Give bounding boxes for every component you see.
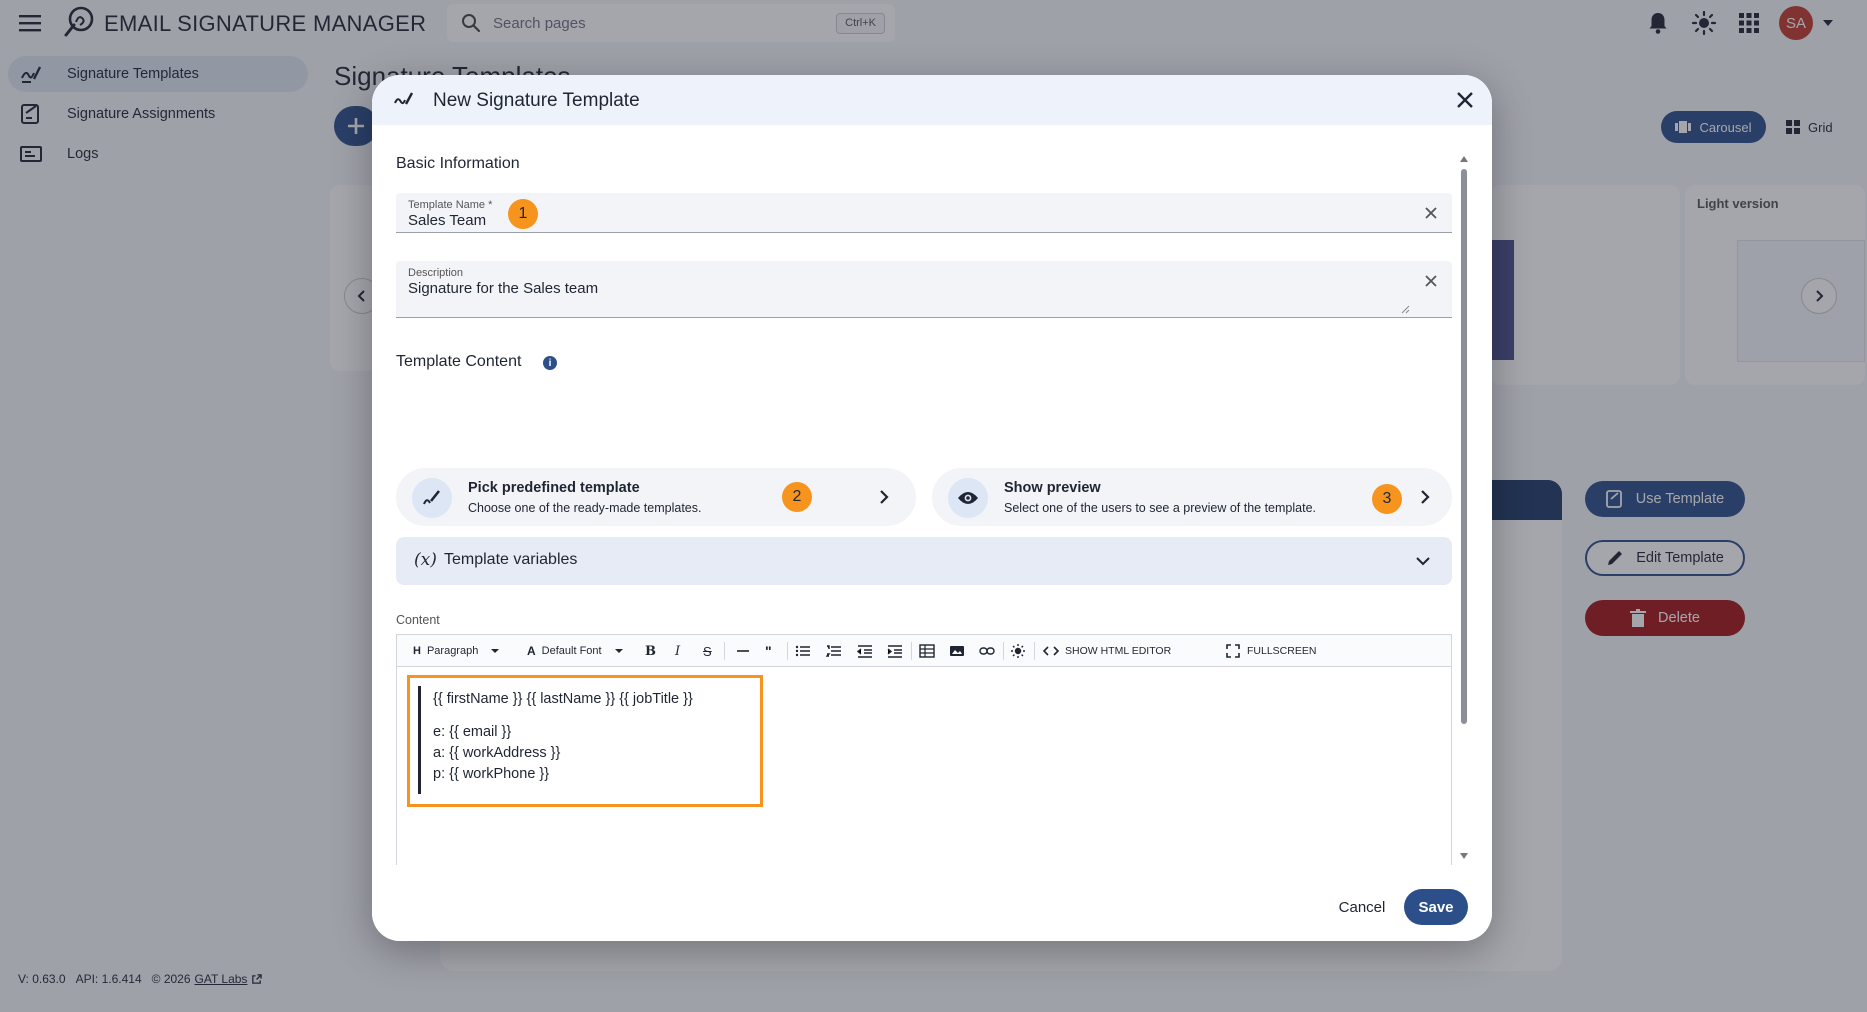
description-label: Description — [408, 267, 464, 279]
pick-predefined-template-card[interactable]: Pick predefined template Choose one of t… — [396, 468, 916, 526]
code-icon — [1043, 646, 1059, 656]
info-icon[interactable]: i — [543, 356, 557, 370]
eye-icon — [948, 478, 988, 518]
template-name-field[interactable]: Template Name * Sales Team — [396, 193, 1452, 233]
basic-info-title: Basic Information — [396, 155, 520, 172]
chevron-down-icon — [1416, 557, 1430, 566]
step-badge-2: 2 — [782, 482, 812, 512]
step-badge-3: 3 — [1372, 484, 1402, 514]
step-badge-1: 1 — [508, 199, 538, 229]
dialog-scrollbar[interactable] — [1457, 155, 1471, 860]
paragraph-select[interactable]: H Paragraph — [413, 635, 500, 667]
fullscreen-icon — [1226, 644, 1240, 658]
description-field[interactable]: Description Signature for the Sales team — [396, 261, 1452, 318]
show-html-editor-label: SHOW HTML EDITOR — [1065, 645, 1172, 657]
cancel-button[interactable]: Cancel — [1327, 890, 1397, 924]
horizontal-rule-icon[interactable] — [735, 635, 751, 667]
resize-handle-icon[interactable] — [1400, 304, 1410, 314]
pick-card-title: Pick predefined template — [468, 480, 640, 496]
link-icon[interactable] — [979, 635, 995, 667]
font-select[interactable]: A Default Font — [527, 635, 624, 667]
theme-toggle-icon[interactable] — [1010, 635, 1026, 667]
blockquote-bar — [418, 686, 421, 794]
dialog-header: New Signature Template — [372, 75, 1492, 125]
content-label: Content — [396, 613, 440, 627]
clear-icon[interactable] — [1424, 274, 1438, 288]
italic-icon[interactable]: I — [675, 635, 680, 667]
numbered-list-icon[interactable] — [826, 635, 842, 667]
chevron-right-icon — [1421, 490, 1430, 504]
brush-icon — [412, 478, 452, 518]
font-label: Default Font — [541, 645, 602, 657]
content-line: p: {{ workPhone }} — [433, 766, 550, 782]
template-variables-label: Template variables — [444, 551, 578, 568]
scrollbar-thumb[interactable] — [1461, 169, 1467, 724]
caret-down-icon — [614, 649, 623, 653]
template-variables-panel[interactable]: (x) Template variables — [396, 537, 1452, 585]
table-icon[interactable] — [919, 635, 935, 667]
font-icon: A — [527, 644, 536, 658]
template-content-title: Template Content — [396, 353, 522, 370]
toolbar-divider — [1003, 642, 1004, 660]
clear-icon[interactable] — [1424, 206, 1438, 220]
fullscreen-label: FULLSCREEN — [1247, 645, 1317, 657]
quote-icon[interactable]: " — [765, 635, 772, 667]
close-icon[interactable] — [1454, 89, 1476, 111]
bold-icon[interactable]: B — [645, 635, 656, 667]
fullscreen-button[interactable]: FULLSCREEN — [1225, 635, 1316, 667]
editor-toolbar: H Paragraph A Default Font B I S " SHOW … — [397, 635, 1451, 667]
content-line: a: {{ workAddress }} — [433, 745, 561, 761]
variable-icon: (x) — [414, 550, 437, 570]
toolbar-divider — [1034, 642, 1035, 660]
template-name-label: Template Name * — [408, 199, 493, 211]
heading-icon: H — [413, 645, 421, 657]
caret-down-icon — [491, 649, 500, 653]
indent-icon[interactable] — [887, 635, 903, 667]
preview-card-title: Show preview — [1004, 480, 1101, 496]
preview-card-subtitle: Select one of the users to see a preview… — [1004, 501, 1316, 515]
new-template-dialog: New Signature Template Basic Information… — [372, 75, 1492, 941]
signature-icon — [394, 92, 414, 105]
description-value: Signature for the Sales team — [408, 280, 599, 297]
bullet-list-icon[interactable] — [795, 635, 811, 667]
show-html-editor-button[interactable]: SHOW HTML EDITOR — [1043, 635, 1171, 667]
outdent-icon[interactable] — [857, 635, 873, 667]
dialog-footer: Cancel Save — [372, 865, 1492, 941]
paragraph-label: Paragraph — [426, 645, 479, 657]
content-line: e: {{ email }} — [433, 724, 512, 740]
template-name-value: Sales Team — [408, 212, 487, 229]
scroll-up-icon[interactable] — [1459, 155, 1469, 163]
toolbar-divider — [787, 642, 788, 660]
dialog-body: Basic Information Template Name * Sales … — [372, 125, 1472, 920]
toolbar-divider — [724, 642, 725, 660]
strikethrough-icon[interactable]: S — [703, 635, 712, 667]
pick-card-subtitle: Choose one of the ready-made templates. — [468, 501, 702, 515]
toolbar-divider — [911, 642, 912, 660]
image-icon[interactable] — [949, 635, 965, 667]
chevron-right-icon — [880, 490, 889, 504]
content-line: {{ firstName }} {{ lastName }} {{ jobTit… — [433, 691, 693, 707]
scroll-down-icon[interactable] — [1459, 852, 1469, 860]
save-button[interactable]: Save — [1404, 889, 1468, 925]
dialog-title: New Signature Template — [433, 90, 640, 111]
